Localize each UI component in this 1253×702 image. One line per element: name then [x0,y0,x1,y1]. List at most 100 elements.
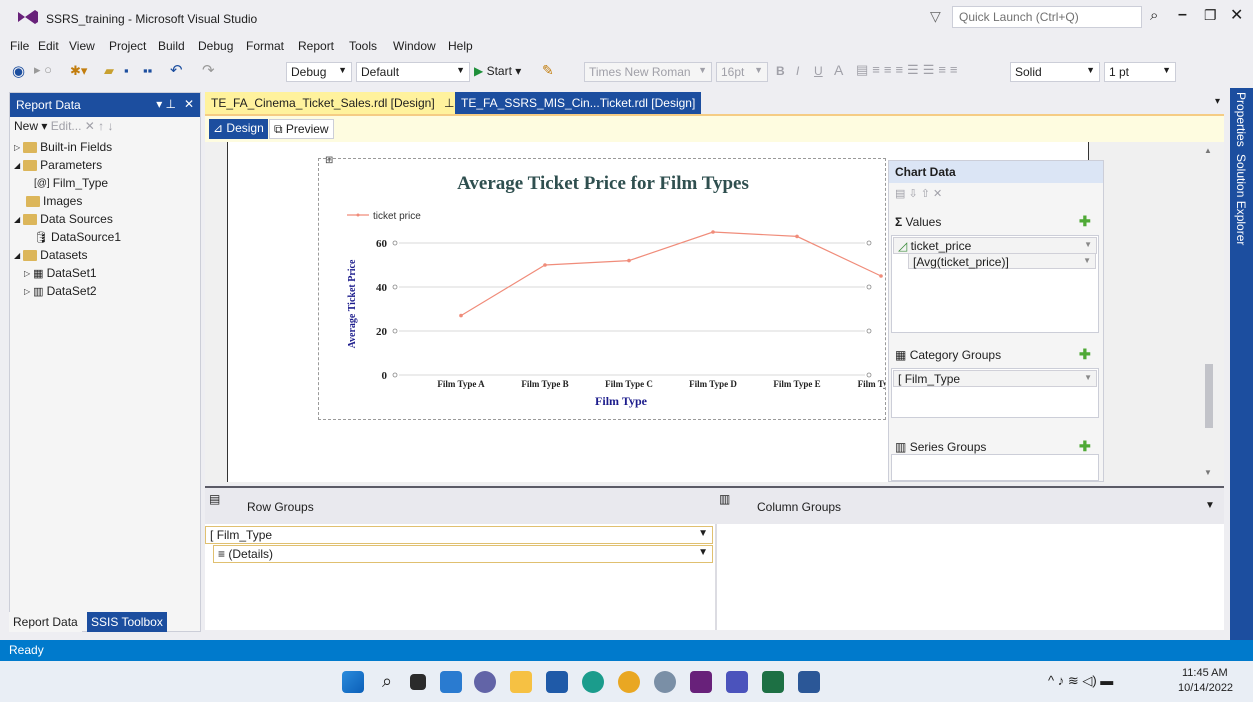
value-expression-row[interactable]: [Avg(ticket_price)] ▼ [908,253,1096,269]
row-group-film-type[interactable]: [ Film_Type ▼ [205,526,713,544]
start-button[interactable]: ▶ Start ▾ [474,64,521,78]
font-size-select[interactable]: 16pt ▼ [716,62,768,82]
chart-control[interactable]: Average Ticket Price for Film Types tick… [318,155,886,420]
platform-select[interactable]: Default ▼ [356,62,470,82]
border-width-select[interactable]: 1 pt ▼ [1104,62,1176,82]
font-name-select[interactable]: Times New Roman ▼ [584,62,712,82]
menu-report[interactable]: Report [298,39,334,53]
pin-icon[interactable]: ▾ ⊥ [156,97,176,111]
excel-icon[interactable] [762,671,784,693]
tree-datasets[interactable]: ◢ Datasets [14,248,88,262]
add-value-icon[interactable]: ✚ [1079,213,1091,230]
save-icon[interactable]: ▪ [124,63,129,78]
tree-parameters[interactable]: ◢ Parameters [14,158,102,172]
tab-preview[interactable]: ⧉ Preview [269,119,334,139]
parameter-icon: [@] [34,177,50,189]
menu-file[interactable]: File [10,39,29,53]
add-category-icon[interactable]: ✚ [1079,346,1091,363]
tab-solution-explorer[interactable]: Solution Explorer [1234,154,1248,245]
border-style-select[interactable]: Solid ▼ [1010,62,1100,82]
font-color-icon[interactable]: A [834,62,843,78]
restore-button[interactable]: ❐ [1204,7,1217,24]
app-icon[interactable] [654,671,676,693]
panel-close-icon[interactable]: ✕ [184,97,194,111]
chart-data-toolbar-icons[interactable]: ▤ ⇩ ⇧ ✕ [895,187,942,200]
category-field-row[interactable]: [ Film_Type ▼ [893,370,1097,387]
delete-icon[interactable]: ✕ ↑ ↓ [85,119,114,133]
quick-launch-input[interactable]: Quick Launch (Ctrl+Q) [952,6,1142,28]
tree-datasource1[interactable]: 🛢 DataSource1 [34,230,121,244]
grouping-options-icon[interactable]: ▼ [1205,500,1215,511]
teams-icon[interactable] [726,671,748,693]
open-icon[interactable]: ▰ [104,63,114,79]
row-group-label: Film_Type [216,528,273,542]
filter-icon[interactable]: ▽ [930,8,941,25]
search-icon[interactable]: ⌕ [376,671,398,693]
redo-icon[interactable]: ↷ [202,61,215,79]
series-box [891,454,1099,481]
menu-project[interactable]: Project [109,39,146,53]
vertical-scrollbar[interactable]: ▲ ▼ [1201,142,1217,482]
solution-config-select[interactable]: Debug ▼ [286,62,352,82]
tree-dataset1[interactable]: ▷ ▦ DataSet1 [24,266,97,280]
new-menu-button[interactable]: New ▾ [14,119,47,133]
menu-debug[interactable]: Debug [198,39,233,53]
tree-param-film-type[interactable]: [@] Film_Type [34,176,108,190]
tree-dataset2[interactable]: ▷ ▥ DataSet2 [24,284,97,298]
tab-ssrs-mis-cinema[interactable]: TE_FA_SSRS_MIS_Cin...Ticket.rdl [Design] [455,92,701,114]
menu-tools[interactable]: Tools [349,39,377,53]
close-button[interactable]: ✕ [1230,5,1243,25]
minimize-button[interactable]: – [1178,6,1187,24]
chat-icon[interactable] [474,671,496,693]
edit-button[interactable]: Edit... [51,119,82,133]
clock-date[interactable]: 10/14/2022 [1178,682,1233,694]
tab-overflow-icon[interactable]: ▾ [1215,96,1220,107]
undo-icon[interactable]: ↶ [170,61,183,79]
search-icon[interactable]: ⌕ [1150,7,1158,24]
windows-start-icon[interactable] [342,671,364,693]
tree-images[interactable]: Images [26,194,82,208]
attach-icon[interactable]: ✎ [542,62,554,79]
tree-data-sources[interactable]: ◢ Data Sources [14,212,113,226]
add-series-icon[interactable]: ✚ [1079,438,1091,455]
menu-format[interactable]: Format [246,39,284,53]
tab-ssis-toolbox[interactable]: SSIS Toolbox [87,612,167,632]
menu-build[interactable]: Build [158,39,185,53]
visual-studio-taskbar-icon[interactable] [690,671,712,693]
menu-edit[interactable]: Edit [38,39,59,53]
move-handle-icon[interactable]: ⊞ [325,155,333,166]
toolbar: ◉ ▸ ○ ✱▾ ▰ ▪ ▪▪ ↶ ↷ Debug ▼ Default ▼ ▶ St… [0,58,1253,88]
alignment-icons[interactable]: ▤≡≡≡☰☰≡≡ [856,62,962,78]
line-chart: Average Ticket Price for Film Types tick… [347,173,885,408]
menu-window[interactable]: Window [393,39,436,53]
row-group-details[interactable]: ≡ (Details) ▼ [213,545,713,563]
save-all-icon[interactable]: ▪▪ [143,63,152,78]
x-axis-label: Film Type [595,394,648,408]
value-field-row[interactable]: ◿ ticket_price ▼ [893,237,1097,254]
back-icon[interactable]: ◉ [12,62,25,80]
tree-label: Parameters [40,158,103,172]
tab-cinema-ticket-sales[interactable]: TE_FA_Cinema_Ticket_Sales.rdl [Design] ⊥… [205,92,472,114]
forward-icon[interactable]: ▸ ○ [34,62,52,78]
bold-button[interactable]: B [776,64,785,78]
word-icon[interactable] [798,671,820,693]
edge-icon[interactable] [582,671,604,693]
menu-view[interactable]: View [69,39,95,53]
store-icon[interactable] [546,671,568,693]
new-project-icon[interactable]: ✱▾ [70,63,87,79]
tree-builtin-fields[interactable]: ▷ Built-in Fields [14,140,112,154]
task-view-icon[interactable] [410,674,426,690]
file-explorer-icon[interactable] [510,671,532,693]
tab-design[interactable]: ⊿ Design [209,119,268,139]
tab-report-data[interactable]: Report Data [9,612,82,632]
pin-icon[interactable]: ⊥ [444,96,454,110]
chrome-icon[interactable] [618,671,640,693]
menu-help[interactable]: Help [448,39,473,53]
system-tray-icons[interactable]: ^ ♪ ≋ ◁) ▬ [1048,673,1113,689]
clock-time[interactable]: 11:45 AM [1182,667,1228,679]
tab-properties[interactable]: Properties [1234,92,1248,147]
widgets-icon[interactable] [440,671,462,693]
underline-button[interactable]: U [814,64,823,78]
chart-data-title: Chart Data [895,165,956,179]
italic-button[interactable]: I [796,64,799,78]
